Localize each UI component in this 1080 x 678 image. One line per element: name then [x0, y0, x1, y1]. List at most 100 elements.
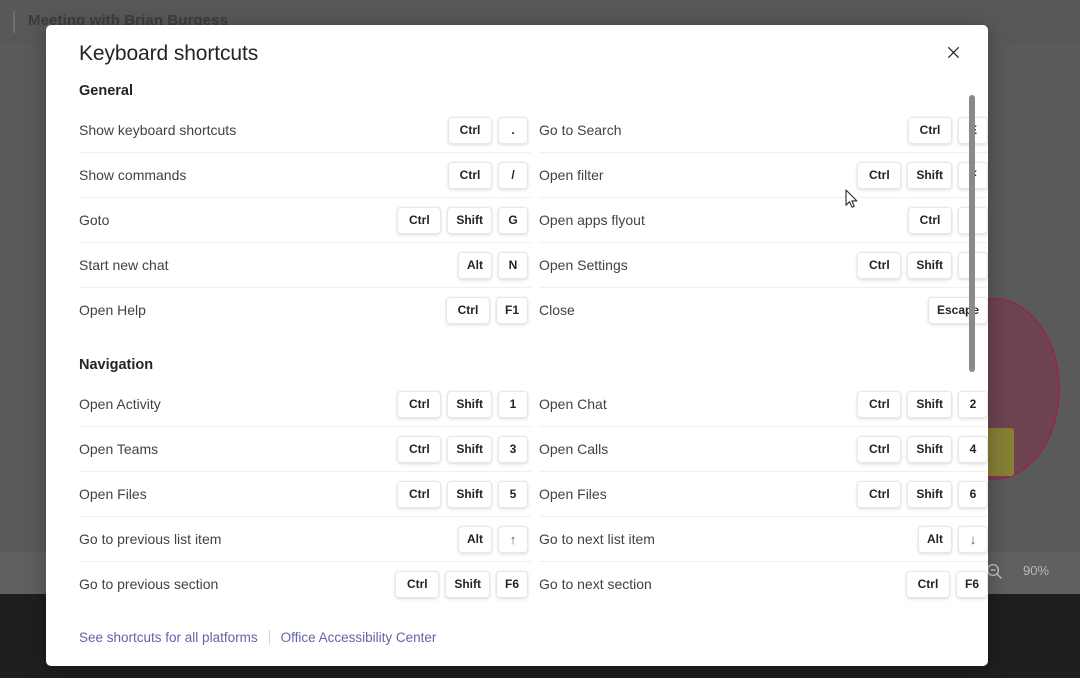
key-cap: Ctrl [397, 481, 441, 508]
shortcut-label: Open filter [539, 167, 604, 183]
section-general: General Show keyboard shortcutsCtrl.Show… [79, 83, 950, 333]
shortcut-row: Open SettingsCtrlShift, [539, 243, 988, 288]
shortcut-label: Go to next section [539, 576, 652, 592]
shortcut-row: Open Activity CtrlShift1 [79, 382, 531, 427]
dialog-header: Keyboard shortcuts [46, 25, 988, 83]
shortcut-column-left: Show keyboard shortcuts Ctrl. Show command… [79, 108, 531, 333]
close-button[interactable] [936, 37, 970, 71]
key-cap: Shift [907, 436, 952, 463]
shortcut-row: Open FilesCtrlShift5 [79, 472, 531, 517]
shortcut-label: Close [539, 302, 575, 318]
backdrop-title-accent [13, 11, 15, 33]
shortcut-label: Open apps flyout [539, 212, 645, 228]
shortcut-label: Open Help [79, 302, 146, 318]
key-combination: CtrlShift3 [397, 436, 528, 463]
shortcut-row: Go to next list itemAlt↓ [539, 517, 988, 562]
shortcut-label: Open Teams [79, 441, 158, 457]
key-cap: . [498, 117, 528, 144]
key-cap: F1 [496, 297, 528, 324]
key-cap: Ctrl [857, 391, 901, 418]
key-combination: CtrlF1 [446, 297, 528, 324]
shortcut-row: GotoCtrlShiftG [79, 198, 531, 243]
dialog-scrollbar[interactable] [966, 83, 978, 608]
key-combination: AltN [458, 252, 528, 279]
shortcut-label: Go to next list item [539, 531, 655, 547]
keyboard-shortcuts-dialog: Keyboard shortcuts General Show keyboard… [46, 25, 988, 666]
key-cap: Ctrl [446, 297, 490, 324]
key-cap: Ctrl [857, 252, 901, 279]
dialog-scroll-body[interactable]: General Show keyboard shortcutsCtrl.Show… [46, 83, 988, 608]
shortcut-label: Open Settings [539, 257, 628, 273]
key-combination: Ctrl. [448, 117, 528, 144]
key-combination: CtrlShift5 [397, 481, 528, 508]
key-cap: Alt [458, 526, 492, 553]
shortcut-grid-navigation: Open ActivityCtrlShift1Open TeamsCtrlShi… [79, 382, 950, 607]
close-icon [946, 45, 961, 63]
shortcut-label: Open Chat [539, 396, 607, 412]
key-cap: Alt [918, 526, 952, 553]
key-combination: Alt↑ [458, 526, 528, 553]
shortcut-row: Start new chat AltN [79, 243, 531, 288]
key-cap: Shift [447, 436, 492, 463]
shortcut-row: Show keyboard shortcuts Ctrl. [79, 108, 531, 153]
link-all-platforms[interactable]: See shortcuts for all platforms [79, 630, 258, 645]
key-cap: Ctrl [906, 571, 950, 598]
shortcut-row: Open FilesCtrlShift6 [539, 472, 988, 517]
shortcut-row: Go to previous list itemAlt↑ [79, 517, 531, 562]
key-cap: Ctrl [857, 436, 901, 463]
magnifier-minus-icon[interactable] [986, 563, 1003, 580]
key-cap: Ctrl [857, 481, 901, 508]
scrollbar-thumb[interactable] [969, 95, 975, 372]
key-combination: CtrlShiftG [397, 207, 528, 234]
key-cap: Ctrl [908, 207, 952, 234]
key-cap: Escape [928, 297, 988, 324]
shortcut-label: Open Activity [79, 396, 161, 412]
shortcut-row: Open CallsCtrlShift4 [539, 427, 988, 472]
key-cap: Ctrl [908, 117, 952, 144]
key-cap: Alt [458, 252, 492, 279]
key-cap: Ctrl [448, 162, 492, 189]
key-cap: Ctrl [448, 117, 492, 144]
key-cap: Shift [907, 252, 952, 279]
key-combination: CtrlShift1 [397, 391, 528, 418]
section-heading-general: General [79, 83, 950, 99]
shortcut-row: Go to next sectionCtrlF6 [539, 562, 988, 607]
key-combination: Ctrl/ [448, 162, 528, 189]
shortcut-row: Open filterCtrlShiftF [539, 153, 988, 198]
shortcut-row: Open Help CtrlF1 [79, 288, 531, 333]
shortcut-label: Go to previous section [79, 576, 218, 592]
shortcut-row: Open Teams CtrlShift3 [79, 427, 531, 472]
link-office-accessibility-center[interactable]: Office Accessibility Center [281, 630, 437, 645]
shortcut-column-right: Open ChatCtrlShift2Open CallsCtrlShift4O… [539, 382, 988, 607]
key-cap: Ctrl [397, 391, 441, 418]
shortcut-label: Open Files [539, 486, 607, 502]
section-heading-navigation: Navigation [79, 357, 950, 373]
shortcut-label: Show commands [79, 167, 186, 183]
key-combination: CtrlShiftF6 [395, 571, 528, 598]
key-cap: Ctrl [395, 571, 439, 598]
key-cap: Shift [445, 571, 490, 598]
shortcut-row: Show commands Ctrl/ [79, 153, 531, 198]
key-cap: 3 [498, 436, 528, 463]
shortcut-label: Show keyboard shortcuts [79, 122, 236, 138]
key-cap: ↑ [498, 526, 528, 553]
key-combination: Escape [928, 297, 988, 324]
shortcut-row: Go to SearchCtrlE [539, 108, 988, 153]
dialog-footer: See shortcuts for all platforms Office A… [46, 608, 988, 666]
zoom-level-label: 90% [1023, 563, 1049, 578]
key-cap: Shift [447, 391, 492, 418]
shortcut-label: Start new chat [79, 257, 169, 273]
key-cap: N [498, 252, 528, 279]
key-cap: G [498, 207, 528, 234]
shortcut-grid-general: Show keyboard shortcuts Ctrl. Show command… [79, 108, 950, 333]
shortcut-row: Close Escape [539, 288, 988, 333]
shortcut-column-right: Go to SearchCtrlEOpen filterCtrlShiftFOp… [539, 108, 988, 333]
dialog-title: Keyboard shortcuts [79, 42, 258, 66]
key-cap: Ctrl [397, 436, 441, 463]
shortcut-row: Open ChatCtrlShift2 [539, 382, 988, 427]
key-cap: Shift [447, 481, 492, 508]
key-cap: Shift [907, 481, 952, 508]
shortcut-label: Open Calls [539, 441, 608, 457]
key-cap: / [498, 162, 528, 189]
shortcut-column-left: Open ActivityCtrlShift1Open TeamsCtrlShi… [79, 382, 531, 607]
